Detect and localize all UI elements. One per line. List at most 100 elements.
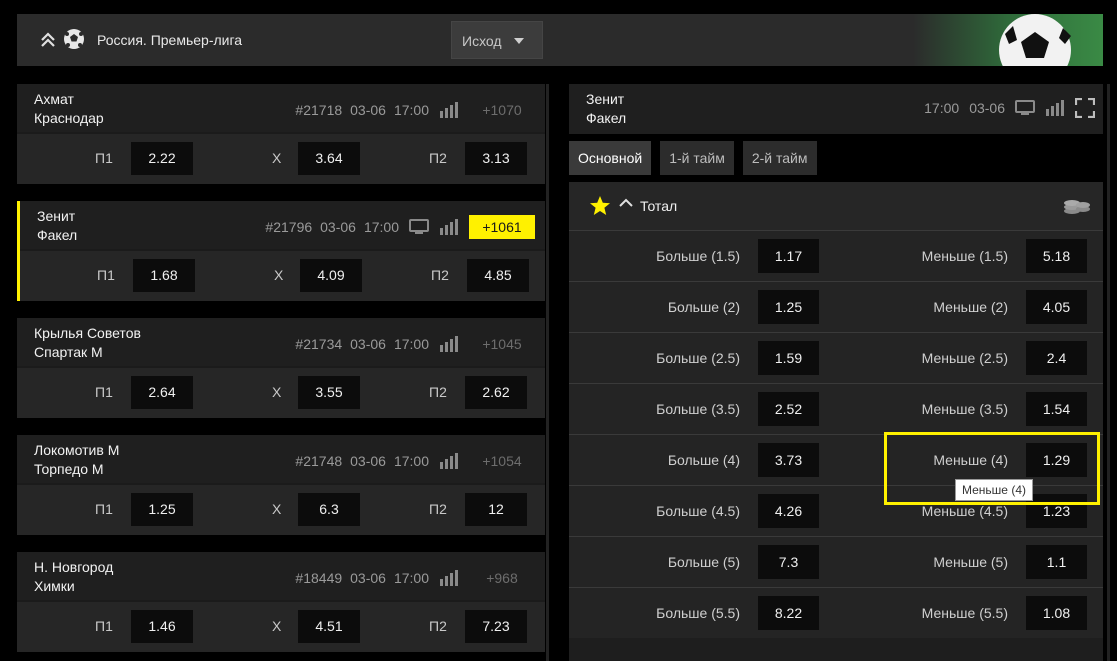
- stats-icon[interactable]: [439, 336, 459, 352]
- match-time: 17:00: [393, 336, 429, 352]
- league-title[interactable]: Россия. Премьер-лига: [97, 32, 242, 48]
- market-type-dropdown[interactable]: Исход: [451, 21, 543, 59]
- detail-time: 17:00: [924, 100, 960, 116]
- match-id: #21734: [295, 336, 343, 352]
- over-odd-button[interactable]: 8.22: [758, 596, 819, 630]
- match-teams[interactable]: Ахмат Краснодар: [34, 90, 104, 128]
- match-row-active[interactable]: Зенит Факел #21796 03-06 17:00 +1061 П1 …: [17, 201, 545, 301]
- match-list-scrollbar[interactable]: [546, 84, 549, 661]
- total-market: Тотал Больше (1.5) 1.17 Меньше (1.5) 5.1…: [569, 182, 1103, 661]
- home-team: Крылья Советов: [34, 325, 141, 341]
- over-odd-button[interactable]: 1.59: [758, 341, 819, 375]
- odd-p1-button[interactable]: 2.22: [131, 142, 193, 175]
- tv-icon[interactable]: [1015, 100, 1035, 116]
- star-icon[interactable]: [589, 195, 611, 217]
- odd-p2-button[interactable]: 4.85: [467, 259, 529, 292]
- under-odd-button[interactable]: 2.4: [1026, 341, 1087, 375]
- football-banner-art: [913, 14, 1103, 66]
- under-odd-button[interactable]: 5.18: [1026, 239, 1087, 273]
- chevron-down-icon: [514, 38, 524, 44]
- more-markets-count[interactable]: +1070: [469, 98, 535, 122]
- over-odd-button[interactable]: 1.17: [758, 239, 819, 273]
- odd-label-x: Х: [272, 384, 282, 400]
- match-header[interactable]: Зенит Факел #21796 03-06 17:00 +1061: [20, 201, 545, 249]
- stats-icon[interactable]: [439, 219, 459, 235]
- match-time: 17:00: [393, 102, 429, 118]
- odd-p1-button[interactable]: 1.46: [131, 610, 193, 643]
- odd-x-button[interactable]: 6.3: [298, 493, 360, 526]
- odd-tooltip: Меньше (4): [955, 479, 1033, 501]
- match-header[interactable]: Н. Новгород Химки #18449 03-06 17:00 +96…: [17, 552, 545, 600]
- stats-icon[interactable]: [1045, 100, 1065, 116]
- match-date: 03-06: [320, 219, 356, 235]
- odd-x-button[interactable]: 3.55: [298, 376, 360, 409]
- more-markets-count[interactable]: +968: [469, 566, 535, 590]
- market-header[interactable]: Тотал: [569, 182, 1103, 230]
- tab-first-half[interactable]: 1-й тайм: [660, 141, 734, 175]
- odd-x-button[interactable]: 3.64: [298, 142, 360, 175]
- odd-p2-button[interactable]: 12: [465, 493, 527, 526]
- coins-icon[interactable]: [1063, 197, 1091, 215]
- over-odd-button[interactable]: 7.3: [758, 545, 819, 579]
- more-markets-count[interactable]: +1054: [469, 449, 535, 473]
- odd-x-button[interactable]: 4.51: [298, 610, 360, 643]
- under-odd-button[interactable]: 1.1: [1026, 545, 1087, 579]
- stats-icon[interactable]: [439, 453, 459, 469]
- over-odd-button[interactable]: 2.52: [758, 392, 819, 426]
- match-date: 03-06: [350, 102, 386, 118]
- total-row: Больше (3.5) 2.52 Меньше (3.5) 1.54: [569, 383, 1103, 434]
- match-meta: #21796 03-06 17:00 +1061: [265, 215, 545, 239]
- match-header[interactable]: Крылья Советов Спартак М #21734 03-06 17…: [17, 318, 545, 366]
- stats-icon[interactable]: [439, 102, 459, 118]
- match-row[interactable]: Крылья Советов Спартак М #21734 03-06 17…: [17, 318, 545, 418]
- odd-p1-button[interactable]: 2.64: [131, 376, 193, 409]
- collapse-chevrons-icon[interactable]: [39, 31, 57, 49]
- match-row[interactable]: Локомотив М Торпедо М #21748 03-06 17:00…: [17, 435, 545, 535]
- under-odd-button[interactable]: 1.54: [1026, 392, 1087, 426]
- detail-scrollbar[interactable]: [1107, 84, 1110, 661]
- fullscreen-icon[interactable]: [1075, 98, 1095, 118]
- under-odd-button[interactable]: 4.05: [1026, 290, 1087, 324]
- tab-main[interactable]: Основной: [569, 141, 652, 175]
- football-icon: [64, 29, 84, 49]
- over-label: Больше (5.5): [656, 605, 740, 621]
- total-row: Больше (5.5) 8.22 Меньше (5.5) 1.08: [569, 587, 1103, 638]
- odd-x-button[interactable]: 4.09: [300, 259, 362, 292]
- detail-header: Зенит Факел 17:00 03-06: [569, 84, 1103, 134]
- more-markets-count[interactable]: +1061: [469, 215, 535, 239]
- odds-row: П1 2.64 Х 3.55 П2 2.62: [17, 368, 545, 418]
- tv-icon[interactable]: [409, 219, 429, 235]
- stats-icon[interactable]: [439, 570, 459, 586]
- under-label: Меньше (3.5): [921, 401, 1008, 417]
- match-teams[interactable]: Н. Новгород Химки: [34, 558, 113, 596]
- match-header[interactable]: Локомотив М Торпедо М #21748 03-06 17:00…: [17, 435, 545, 483]
- over-label: Больше (3.5): [656, 401, 740, 417]
- chevron-up-icon[interactable]: [619, 198, 633, 208]
- odd-p1-button[interactable]: 1.25: [131, 493, 193, 526]
- odd-p2-button[interactable]: 3.13: [465, 142, 527, 175]
- over-odd-button[interactable]: 1.25: [758, 290, 819, 324]
- away-team: Торпедо М: [34, 461, 104, 477]
- under-odd-button[interactable]: 1.08: [1026, 596, 1087, 630]
- over-odd-button[interactable]: 4.26: [758, 494, 819, 528]
- home-team: Зенит: [37, 208, 76, 224]
- tab-second-half[interactable]: 2-й тайм: [742, 141, 817, 175]
- over-odd-button[interactable]: 3.73: [758, 443, 819, 477]
- odd-p1-button[interactable]: 1.68: [133, 259, 195, 292]
- match-time: 17:00: [393, 570, 429, 586]
- odd-p2-button[interactable]: 7.23: [465, 610, 527, 643]
- match-teams[interactable]: Зенит Факел: [37, 207, 77, 245]
- match-meta: #21734 03-06 17:00 +1045: [295, 334, 545, 354]
- match-teams[interactable]: Крылья Советов Спартак М: [34, 324, 141, 362]
- match-time: 17:00: [363, 219, 399, 235]
- match-teams[interactable]: Локомотив М Торпедо М: [34, 441, 119, 479]
- match-row[interactable]: Ахмат Краснодар #21718 03-06 17:00 +1070…: [17, 84, 545, 184]
- match-row[interactable]: Н. Новгород Химки #18449 03-06 17:00 +96…: [17, 552, 545, 652]
- more-markets-count[interactable]: +1045: [469, 332, 535, 356]
- odd-label-p1: П1: [95, 501, 113, 517]
- odd-p2-button[interactable]: 2.62: [465, 376, 527, 409]
- odd-label-p1: П1: [97, 267, 115, 283]
- odd-label-x: Х: [272, 618, 282, 634]
- match-header[interactable]: Ахмат Краснодар #21718 03-06 17:00 +1070: [17, 84, 545, 132]
- home-team: Ахмат: [34, 91, 74, 107]
